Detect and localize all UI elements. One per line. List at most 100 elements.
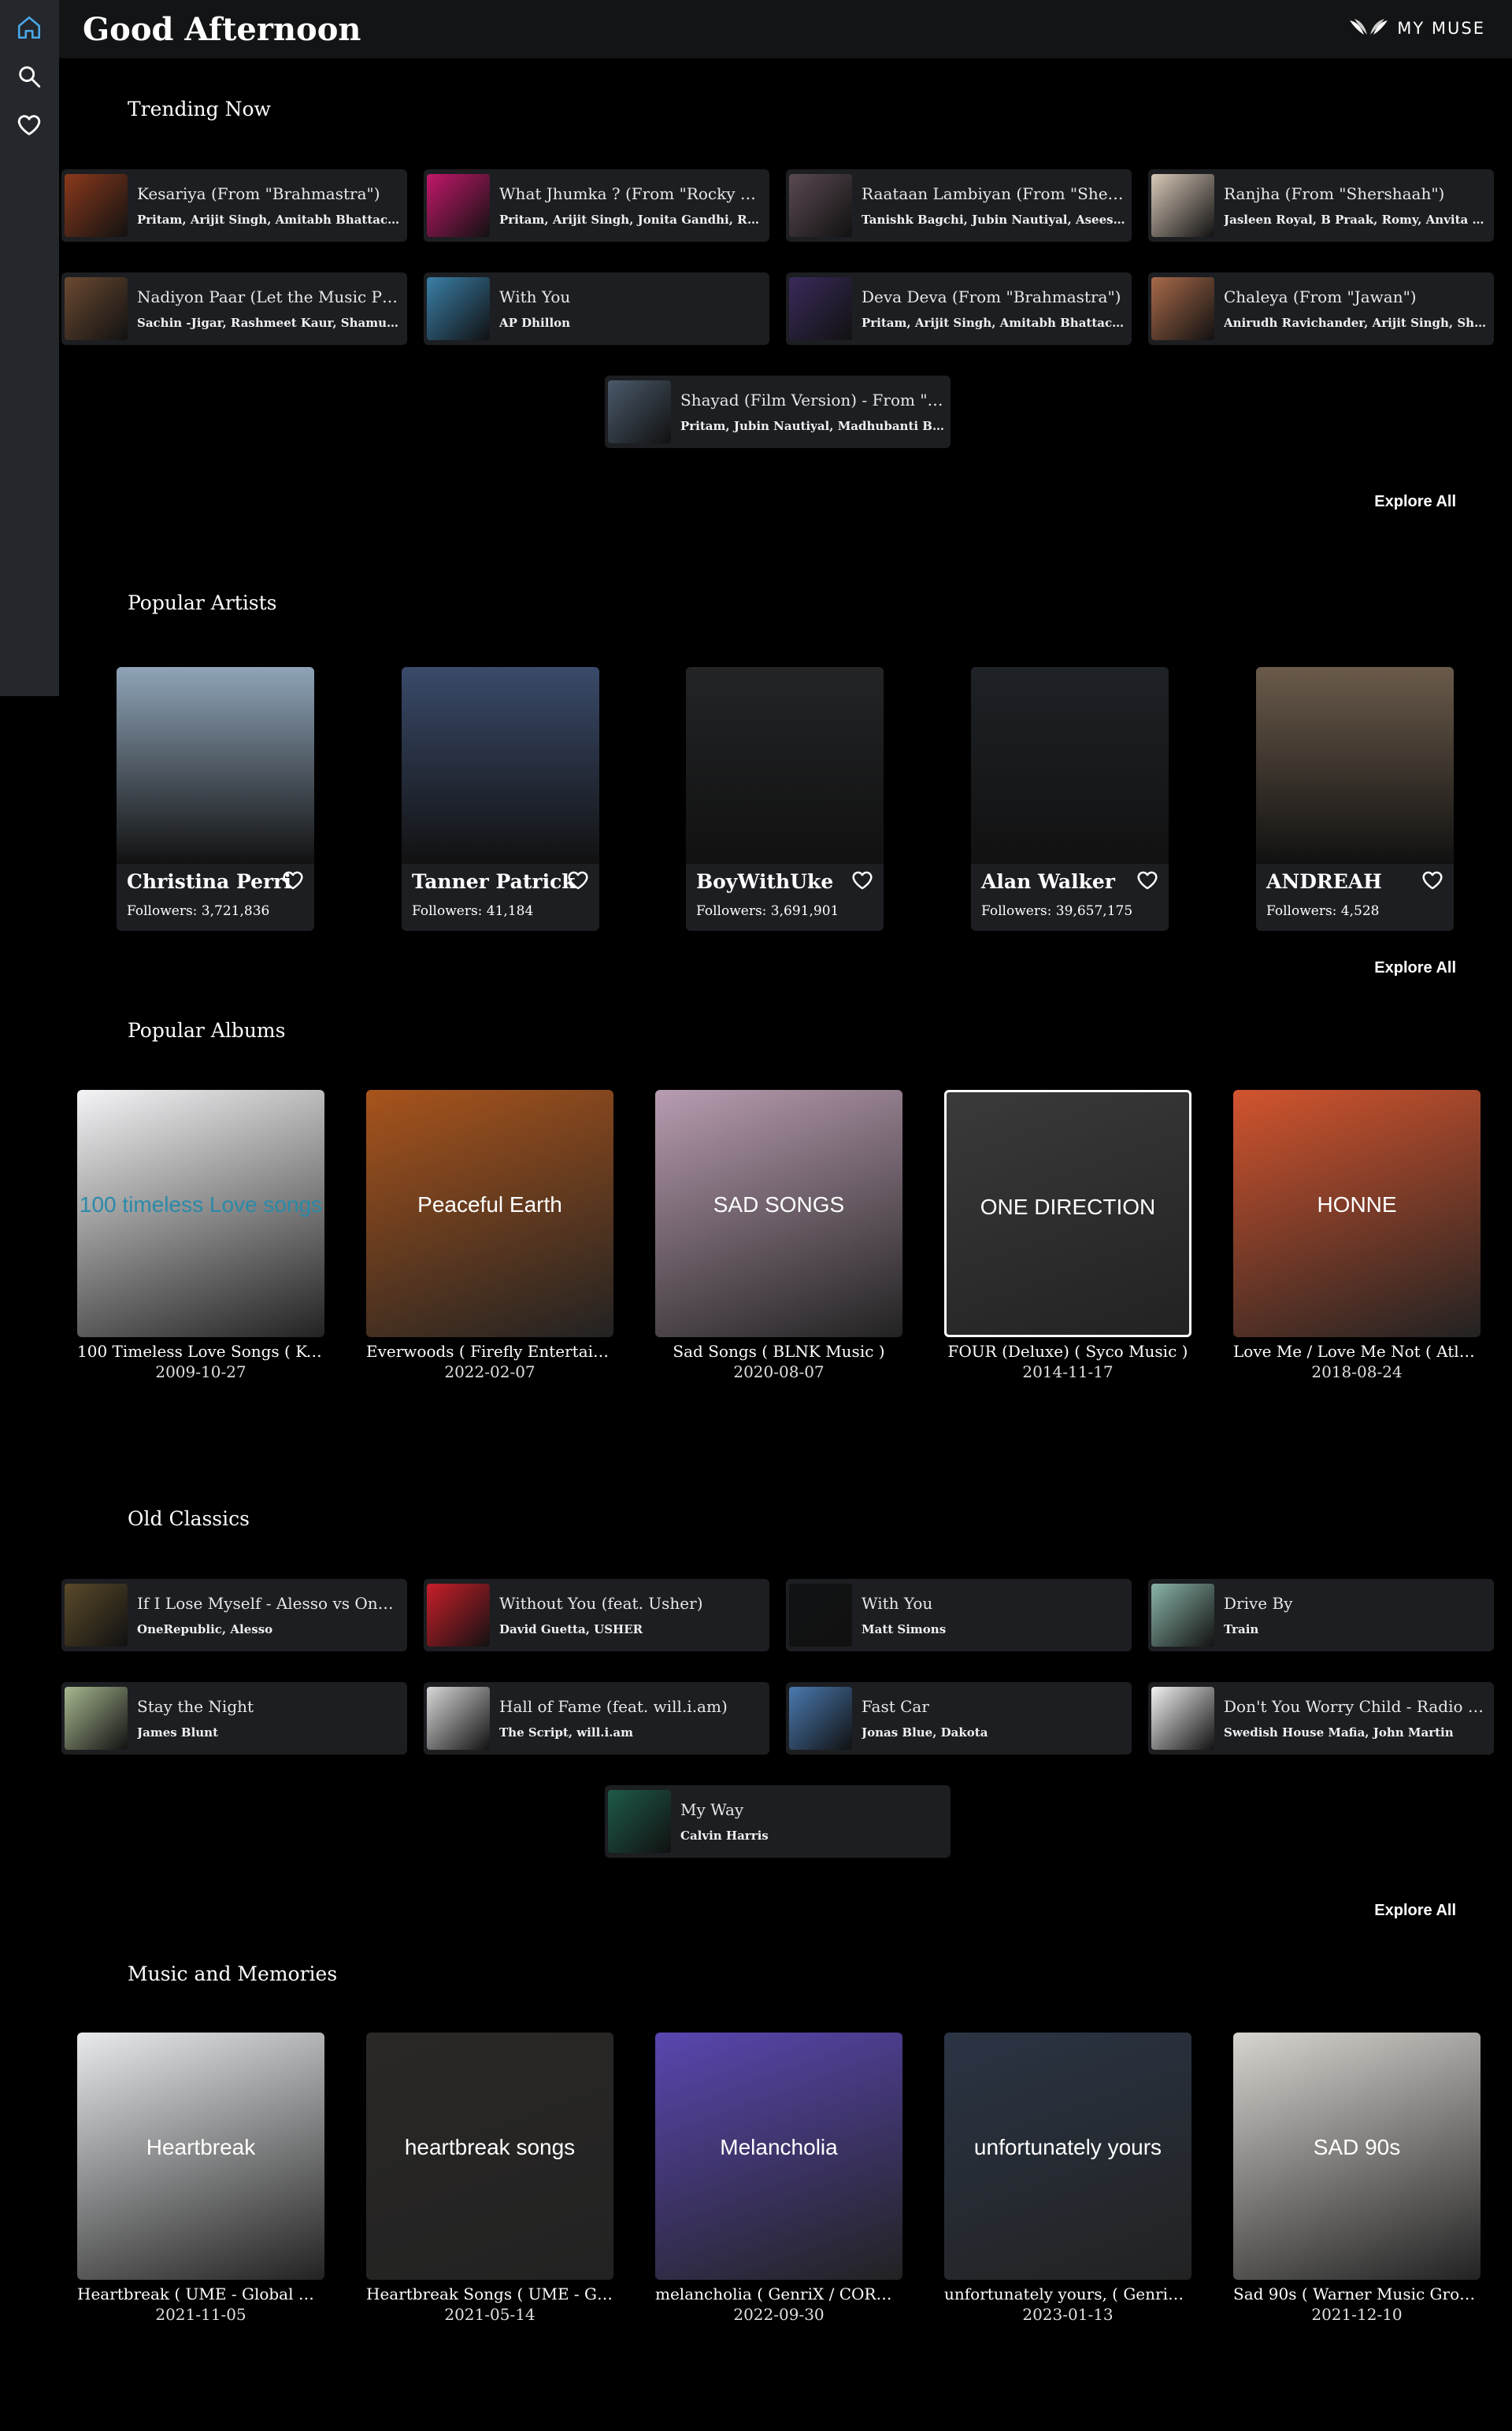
- album-cover-text: Melancholia: [720, 2135, 838, 2159]
- song-card[interactable]: Kesariya (From "Brahmastra") Pritam, Arij…: [61, 169, 407, 242]
- song-thumbnail: [65, 1584, 128, 1647]
- artist-card[interactable]: Alan Walker Followers: 39,657,175: [971, 667, 1169, 931]
- album-cover: Peaceful Earth: [366, 1090, 613, 1337]
- song-text: Without You (feat. Usher) David Guetta, U…: [499, 1594, 763, 1636]
- song-card[interactable]: Nadiyon Paar (Let the Music Pla... Sachin…: [61, 272, 407, 345]
- home-icon[interactable]: [14, 13, 44, 43]
- song-card[interactable]: Drive By Train: [1148, 1579, 1494, 1651]
- album-release-date: 2021-12-10: [1311, 2305, 1403, 2324]
- song-artists: Sachin -Jigar, Rashmeet Kaur, Shamur, IP…: [137, 316, 401, 330]
- album-cover: ONE DIRECTION: [944, 1090, 1191, 1337]
- album-release-date: 2022-09-30: [733, 2305, 825, 2324]
- artist-followers: Followers: 4,528: [1266, 903, 1380, 919]
- song-thumbnail: [65, 1687, 128, 1750]
- song-card[interactable]: Deva Deva (From "Brahmastra") Pritam, Ari…: [786, 272, 1132, 345]
- song-card[interactable]: What Jhumka ? (From "Rocky A... Pritam, A…: [424, 169, 769, 242]
- artist-card[interactable]: Christina Perri Followers: 3,721,836: [117, 667, 314, 931]
- album-name: Heartbreak Songs ( UME - Glob...: [366, 2285, 613, 2303]
- song-artists: Jonas Blue, Dakota: [862, 1725, 988, 1740]
- song-title: With You: [499, 287, 571, 306]
- song-text: With You Matt Simons: [862, 1594, 1125, 1636]
- song-title: Chaleya (From "Jawan"): [1224, 287, 1417, 306]
- album-cover-text: 100 timeless Love songs: [79, 1192, 323, 1217]
- album-cover: SAD SONGS: [655, 1090, 902, 1337]
- artist-card[interactable]: BoyWithUke Followers: 3,691,901: [686, 667, 884, 931]
- album-release-date: 2023-01-13: [1022, 2305, 1114, 2324]
- album-card[interactable]: Heartbreak Heartbreak ( UME - Global Clea…: [77, 2033, 324, 2324]
- heart-icon[interactable]: [1421, 869, 1444, 892]
- artist-photo: [686, 667, 884, 864]
- song-card[interactable]: Hall of Fame (feat. will.i.am) The Script…: [424, 1682, 769, 1755]
- song-card[interactable]: Chaleya (From "Jawan") Anirudh Ravichande…: [1148, 272, 1494, 345]
- song-title: Shayad (Film Version) - From "L...: [680, 391, 944, 409]
- album-name: Sad Songs ( BLNK Music ): [673, 1342, 885, 1361]
- album-cover-text: heartbreak songs: [404, 2135, 576, 2159]
- song-text: Nadiyon Paar (Let the Music Pla... Sachin…: [137, 287, 401, 330]
- song-card[interactable]: Stay the Night James Blunt: [61, 1682, 407, 1755]
- song-title: Fast Car: [862, 1697, 929, 1716]
- song-card[interactable]: If I Lose Myself - Alesso vs OneR... OneR…: [61, 1579, 407, 1651]
- song-title: Kesariya (From "Brahmastra"): [137, 184, 380, 203]
- album-card[interactable]: heartbreak songs Heartbreak Songs ( UME -…: [366, 2033, 613, 2324]
- song-thumbnail: [789, 1584, 852, 1647]
- song-title: Stay the Night: [137, 1697, 254, 1716]
- artists-explore-all-link[interactable]: Explore All: [1374, 959, 1456, 977]
- heart-icon[interactable]: [566, 869, 590, 892]
- trending-explore-all-link[interactable]: Explore All: [1374, 493, 1456, 511]
- album-card[interactable]: Peaceful Earth Everwoods ( Firefly Entert…: [366, 1090, 613, 1381]
- song-text: Don't You Worry Child - Radio Ed... Swedi…: [1224, 1697, 1488, 1740]
- classics-explore-all-link[interactable]: Explore All: [1374, 1902, 1456, 1920]
- album-cover: Heartbreak: [77, 2033, 324, 2280]
- song-text: Drive By Train: [1224, 1594, 1488, 1636]
- song-card[interactable]: With You AP Dhillon: [424, 272, 769, 345]
- artists-section-title: Popular Artists: [128, 591, 277, 614]
- heart-icon[interactable]: [850, 869, 874, 892]
- heart-icon[interactable]: [14, 110, 44, 140]
- artist-card[interactable]: Tanner Patrick Followers: 41,184: [402, 667, 599, 931]
- album-release-date: 2018-08-24: [1311, 1362, 1403, 1381]
- song-card[interactable]: My Way Calvin Harris: [605, 1785, 951, 1858]
- artist-card[interactable]: ANDREAH Followers: 4,528: [1256, 667, 1454, 931]
- artist-followers: Followers: 41,184: [412, 903, 534, 919]
- song-text: If I Lose Myself - Alesso vs OneR... OneR…: [137, 1594, 401, 1636]
- album-card[interactable]: SAD SONGS Sad Songs ( BLNK Music ) 2020-08…: [655, 1090, 902, 1381]
- song-card[interactable]: Ranjha (From "Shershaah") Jasleen Royal, …: [1148, 169, 1494, 242]
- song-card[interactable]: Don't You Worry Child - Radio Ed... Swedi…: [1148, 1682, 1494, 1755]
- song-card[interactable]: Shayad (Film Version) - From "L... Pritam…: [605, 376, 951, 448]
- song-artists: The Script, will.i.am: [499, 1725, 634, 1740]
- song-text: Kesariya (From "Brahmastra") Pritam, Arij…: [137, 184, 401, 227]
- song-title: Hall of Fame (feat. will.i.am): [499, 1697, 728, 1716]
- album-card[interactable]: Melancholia melancholia ( GenriX / CORBAL…: [655, 2033, 902, 2324]
- app-logo[interactable]: MY MUSE: [1348, 17, 1485, 39]
- album-card[interactable]: SAD 90s Sad 90s ( Warner Music Group -...…: [1233, 2033, 1480, 2324]
- heart-icon[interactable]: [1136, 869, 1159, 892]
- album-cover: SAD 90s: [1233, 2033, 1480, 2280]
- song-thumbnail: [608, 380, 671, 443]
- song-card[interactable]: Fast Car Jonas Blue, Dakota: [786, 1682, 1132, 1755]
- album-cover: Melancholia: [655, 2033, 902, 2280]
- album-card[interactable]: HONNE Love Me / Love Me Not ( Atlanti... 2…: [1233, 1090, 1480, 1381]
- artist-photo: [402, 667, 599, 864]
- heart-icon[interactable]: [281, 869, 305, 892]
- song-thumbnail: [1151, 1584, 1214, 1647]
- artist-followers: Followers: 39,657,175: [981, 903, 1133, 919]
- song-thumbnail: [789, 174, 852, 237]
- song-text: Shayad (Film Version) - From "L... Pritam…: [680, 391, 944, 433]
- album-name: unfortunately yours, ( GenriX / ...: [944, 2285, 1191, 2303]
- album-name: Everwoods ( Firefly Entertainm...: [366, 1342, 613, 1361]
- song-text: Fast Car Jonas Blue, Dakota: [862, 1697, 1125, 1740]
- artist-name: Tanner Patrick: [412, 870, 576, 893]
- song-card[interactable]: With You Matt Simons: [786, 1579, 1132, 1651]
- album-card[interactable]: ONE DIRECTION FOUR (Deluxe) ( Syco Music …: [944, 1090, 1191, 1381]
- song-text: Stay the Night James Blunt: [137, 1697, 401, 1740]
- song-title: Nadiyon Paar (Let the Music Pla...: [137, 287, 401, 306]
- song-artists: Pritam, Arijit Singh, Amitabh Bhattachar…: [862, 316, 1125, 330]
- album-card[interactable]: 100 timeless Love songs 100 Timeless Love…: [77, 1090, 324, 1381]
- album-cover-text: SAD 90s: [1313, 2135, 1401, 2159]
- song-card[interactable]: Without You (feat. Usher) David Guetta, U…: [424, 1579, 769, 1651]
- album-release-date: 2021-11-05: [155, 2305, 246, 2324]
- search-icon[interactable]: [14, 61, 44, 91]
- song-text: Chaleya (From "Jawan") Anirudh Ravichande…: [1224, 287, 1488, 330]
- album-card[interactable]: unfortunately yours unfortunately yours, …: [944, 2033, 1191, 2324]
- song-card[interactable]: Raataan Lambiyan (From "Shers... Tanishk …: [786, 169, 1132, 242]
